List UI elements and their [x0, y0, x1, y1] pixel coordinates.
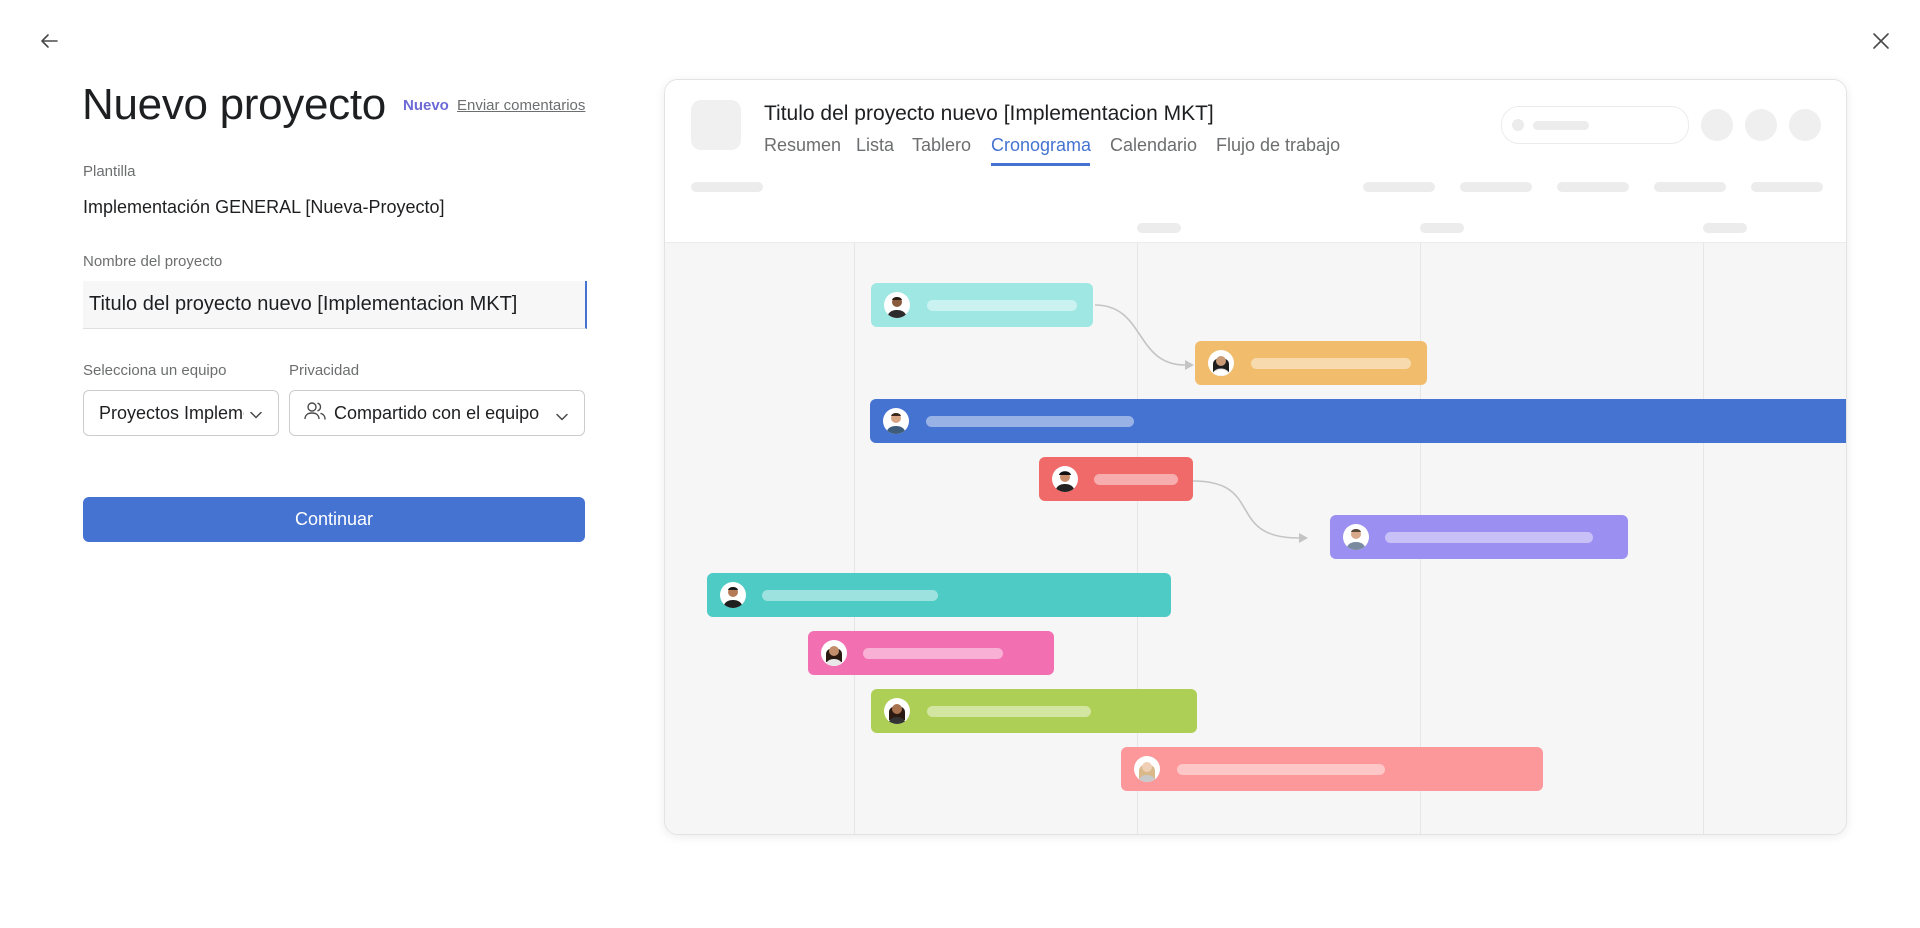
timeline-task-bar[interactable] [808, 631, 1054, 675]
preview-header: Titulo del proyecto nuevo [Implementacio… [665, 80, 1846, 169]
avatar-placeholder [1745, 109, 1777, 141]
task-text-placeholder [1251, 358, 1411, 369]
task-text-placeholder [1094, 474, 1178, 485]
avatar-placeholder [1701, 109, 1733, 141]
search-text-placeholder [1533, 121, 1589, 130]
timeline-task-bar[interactable] [870, 399, 1846, 443]
project-name-label: Nombre del proyecto [83, 253, 223, 270]
task-text-placeholder [927, 706, 1091, 717]
timeline-task-bar[interactable] [1039, 457, 1193, 501]
month-placeholder [1460, 182, 1532, 192]
back-arrow-icon[interactable] [34, 26, 64, 56]
task-text-placeholder [1177, 764, 1385, 775]
dependency-connectors [1094, 304, 1308, 543]
tab-tablero[interactable]: Tablero [912, 135, 971, 156]
tab-calendario[interactable]: Calendario [1110, 135, 1197, 156]
avatar [1052, 466, 1078, 492]
week-placeholder [1703, 223, 1747, 233]
project-icon-placeholder [691, 100, 741, 150]
team-select[interactable]: Proyectos Implementación [83, 390, 279, 436]
avatar [884, 698, 910, 724]
timeline-header [665, 168, 1846, 243]
tab-flujo-de-trabajo[interactable]: Flujo de trabajo [1216, 135, 1340, 156]
task-text-placeholder [926, 416, 1134, 427]
chevron-down-icon [556, 405, 568, 426]
tab-cronograma[interactable]: Cronograma [991, 135, 1091, 156]
chevron-down-icon [250, 403, 262, 424]
template-label: Plantilla [83, 163, 136, 180]
privacy-label: Privacidad [289, 362, 360, 379]
feedback-link[interactable]: Enviar comentarios [457, 97, 585, 114]
month-placeholder [1363, 182, 1435, 192]
project-preview: Titulo del proyecto nuevo [Implementacio… [664, 79, 1847, 835]
project-name-input[interactable] [83, 281, 587, 329]
timeline-task-bar[interactable] [871, 283, 1093, 327]
preview-project-title: Titulo del proyecto nuevo [Implementacio… [764, 102, 1214, 125]
avatar [1343, 524, 1369, 550]
task-text-placeholder [762, 590, 938, 601]
week-placeholder [1420, 223, 1464, 233]
timeline-task-bar[interactable] [1121, 747, 1543, 791]
avatar [720, 582, 746, 608]
avatar [1134, 756, 1160, 782]
search-placeholder [1501, 106, 1689, 144]
active-tab-indicator [991, 163, 1090, 166]
new-badge: Nuevo [403, 97, 449, 114]
task-text-placeholder [1385, 532, 1593, 543]
avatar [821, 640, 847, 666]
team-label: Selecciona un equipo [83, 362, 227, 379]
template-value: Implementación GENERAL [Nueva-Proyecto] [83, 197, 445, 217]
timeline-grid [665, 243, 1846, 834]
avatar [883, 408, 909, 434]
avatar [1208, 350, 1234, 376]
tab-lista[interactable]: Lista [856, 135, 894, 156]
month-placeholder [1654, 182, 1726, 192]
timeline-task-bar[interactable] [1195, 341, 1427, 385]
timeline-task-bar[interactable] [871, 689, 1197, 733]
avatar-placeholder [1789, 109, 1821, 141]
privacy-select[interactable]: Compartido con el equipo [289, 390, 585, 436]
avatar [884, 292, 910, 318]
week-placeholder [1137, 223, 1181, 233]
close-icon[interactable] [1866, 26, 1896, 56]
tab-resumen[interactable]: Resumen [764, 135, 841, 156]
page-title: Nuevo proyecto [82, 80, 386, 129]
task-text-placeholder [863, 648, 1003, 659]
timeline-task-bar[interactable] [1330, 515, 1628, 559]
timeline-task-bar[interactable] [707, 573, 1171, 617]
search-icon [1512, 119, 1524, 131]
team-select-value: Proyectos Implementación [99, 402, 244, 423]
task-text-placeholder [927, 300, 1077, 311]
continue-button[interactable]: Continuar [83, 497, 585, 542]
people-icon [304, 401, 326, 426]
month-placeholder [1557, 182, 1629, 192]
timeline-title-placeholder [691, 182, 763, 192]
month-placeholder [1751, 182, 1823, 192]
privacy-select-value: Compartido con el equipo [334, 402, 540, 423]
